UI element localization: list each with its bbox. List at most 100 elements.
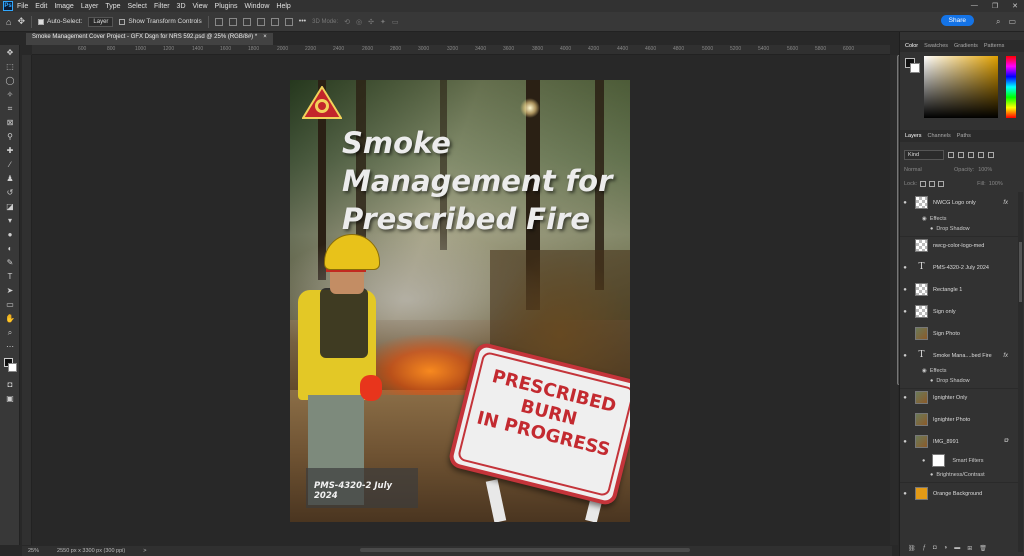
add-mask-icon[interactable]: ◘ (933, 545, 937, 551)
blend-mode-dropdown[interactable]: Normal (904, 167, 950, 173)
hue-slider[interactable] (1006, 56, 1016, 118)
type-filter-icon[interactable] (968, 152, 974, 158)
menu-select[interactable]: Select (128, 3, 147, 10)
dodge-icon[interactable]: ◐ (5, 244, 15, 253)
align-bottom-icon[interactable] (284, 17, 293, 26)
layer-row[interactable]: Sign Photo (900, 327, 1018, 340)
eyedropper-icon[interactable]: ⚲ (5, 132, 15, 141)
poster-document[interactable]: Smoke Management for Prescribed Fire PRE… (290, 80, 630, 522)
3d-roll-icon[interactable]: ◎ (356, 18, 362, 26)
delete-layer-icon[interactable]: 🗑 (979, 545, 987, 552)
auto-select-dropdown[interactable]: Layer (88, 16, 114, 27)
brightness-contrast-row[interactable]: ● Brightness/Contrast (930, 472, 985, 478)
fx-icon[interactable]: fx (1003, 353, 1008, 359)
blur-icon[interactable]: ● (5, 230, 15, 239)
layer-row[interactable]: ● T Smoke Mana....bed Fire fx (900, 349, 1018, 362)
vertical-scrollbar[interactable] (890, 55, 901, 545)
eye-icon[interactable]: ● (900, 200, 910, 206)
home-icon[interactable]: ⌂ (6, 17, 11, 27)
quick-mask-icon[interactable]: ◘ (5, 380, 15, 389)
search-icon[interactable]: ⌕ (996, 17, 1000, 27)
eye-icon[interactable]: ● (900, 395, 910, 401)
color-picker-field[interactable] (924, 56, 998, 118)
effects-row[interactable]: ◉ Effects (922, 368, 947, 374)
lasso-icon[interactable]: ◯ (5, 76, 15, 85)
smart-object-filter-icon[interactable] (988, 152, 994, 158)
path-select-icon[interactable]: ➤ (5, 286, 15, 295)
add-style-icon[interactable]: ƒ (923, 545, 926, 551)
tab-color[interactable]: Color (905, 43, 918, 49)
fill-value[interactable]: 100% (989, 181, 1003, 187)
menu-edit[interactable]: Edit (35, 3, 47, 10)
lock-pixels-icon[interactable] (920, 181, 927, 187)
eye-icon[interactable]: ● (900, 287, 910, 293)
link-layers-icon[interactable]: ⛓ (908, 545, 916, 552)
magic-wand-icon[interactable]: ✧ (5, 90, 15, 99)
layers-scrollbar[interactable] (1018, 192, 1023, 552)
eye-icon[interactable]: ● (900, 491, 910, 497)
status-menu-arrow[interactable]: > (143, 548, 146, 554)
horizontal-scrollbar[interactable] (360, 548, 690, 552)
paint-bucket-icon[interactable]: ▾ (5, 216, 15, 225)
tab-patterns[interactable]: Patterns (984, 43, 1004, 49)
close-tab-icon[interactable]: × (263, 34, 267, 44)
document-tab[interactable]: Smoke Management Cover Project - GFX Dsg… (26, 33, 273, 45)
eraser-icon[interactable]: ◪ (5, 202, 15, 211)
3d-scale-icon[interactable]: ▭ (392, 18, 399, 26)
brush-icon[interactable]: ∕ (5, 160, 15, 169)
screen-mode-icon[interactable]: ▣ (5, 394, 15, 403)
menu-3d[interactable]: 3D (177, 3, 186, 10)
zoom-level[interactable]: 25% (28, 548, 39, 554)
eye-icon[interactable]: ● (900, 439, 910, 445)
3d-slide-icon[interactable]: ✦ (380, 18, 386, 26)
align-top-icon[interactable] (256, 17, 265, 26)
pen-icon[interactable]: ✎ (5, 258, 15, 267)
eye-icon[interactable]: ● (930, 226, 933, 232)
menu-view[interactable]: View (193, 3, 208, 10)
zoom-icon[interactable]: ⌕ (5, 328, 15, 337)
menu-plugins[interactable]: Plugins (215, 3, 238, 10)
background-color-icon[interactable] (8, 363, 17, 372)
layer-row[interactable]: ● NWCG Logo only fx (900, 196, 1018, 209)
fx-icon[interactable]: fx (1003, 200, 1008, 206)
eye-icon[interactable]: ● (922, 458, 925, 464)
eye-icon[interactable]: ● (900, 353, 910, 359)
menu-help[interactable]: Help (276, 3, 290, 10)
layer-row[interactable]: Ignighter Photo (900, 413, 1018, 426)
tab-channels[interactable]: Channels (928, 133, 951, 139)
eye-icon[interactable]: ● (900, 309, 910, 315)
menu-image[interactable]: Image (54, 3, 73, 10)
move-tool-icon[interactable]: ✥ (17, 16, 25, 27)
show-transform-checkbox[interactable]: Show Transform Controls (119, 18, 202, 25)
opacity-value[interactable]: 100% (978, 167, 992, 173)
rectangle-icon[interactable]: ▭ (5, 300, 15, 309)
kind-filter-dropdown[interactable]: Kind (904, 150, 944, 160)
smart-filters-row[interactable]: ● Smart Filters (922, 454, 984, 467)
align-middle-icon[interactable] (270, 17, 279, 26)
lock-position-icon[interactable] (929, 181, 936, 187)
lock-all-icon[interactable] (938, 181, 945, 187)
layer-row[interactable]: ● Sign only (900, 305, 1018, 318)
align-left-icon[interactable] (214, 17, 223, 26)
new-group-icon[interactable]: ▬ (954, 545, 960, 551)
tab-swatches[interactable]: Swatches (924, 43, 948, 49)
workspace-icon[interactable]: ▭ (1008, 17, 1016, 27)
menu-file[interactable]: File (17, 3, 28, 10)
type-icon[interactable]: T (5, 272, 15, 281)
effects-row[interactable]: ◉ Effects (922, 216, 947, 222)
layer-row[interactable]: nwcg-color-logo-med (900, 239, 1018, 252)
eye-icon[interactable]: ● (930, 472, 933, 478)
scrollbar-thumb[interactable] (1019, 242, 1022, 302)
new-layer-icon[interactable]: ⊞ (967, 545, 972, 552)
menu-window[interactable]: Window (245, 3, 270, 10)
background-swatch[interactable] (910, 63, 920, 73)
3d-pan-icon[interactable]: ✣ (368, 18, 374, 26)
layer-row[interactable]: ● T PMS-4320-2 July 2024 (900, 261, 1018, 274)
adjustment-layer-icon[interactable]: ◑ (944, 545, 948, 551)
tab-paths[interactable]: Paths (957, 133, 971, 139)
crop-icon[interactable]: ⌗ (5, 104, 15, 113)
drop-shadow-row[interactable]: ● Drop Shadow (930, 226, 970, 232)
marquee-icon[interactable]: ⬚ (5, 62, 15, 71)
eye-icon[interactable]: ● (930, 378, 933, 384)
layer-row[interactable]: ● Orange Background (900, 487, 1018, 500)
